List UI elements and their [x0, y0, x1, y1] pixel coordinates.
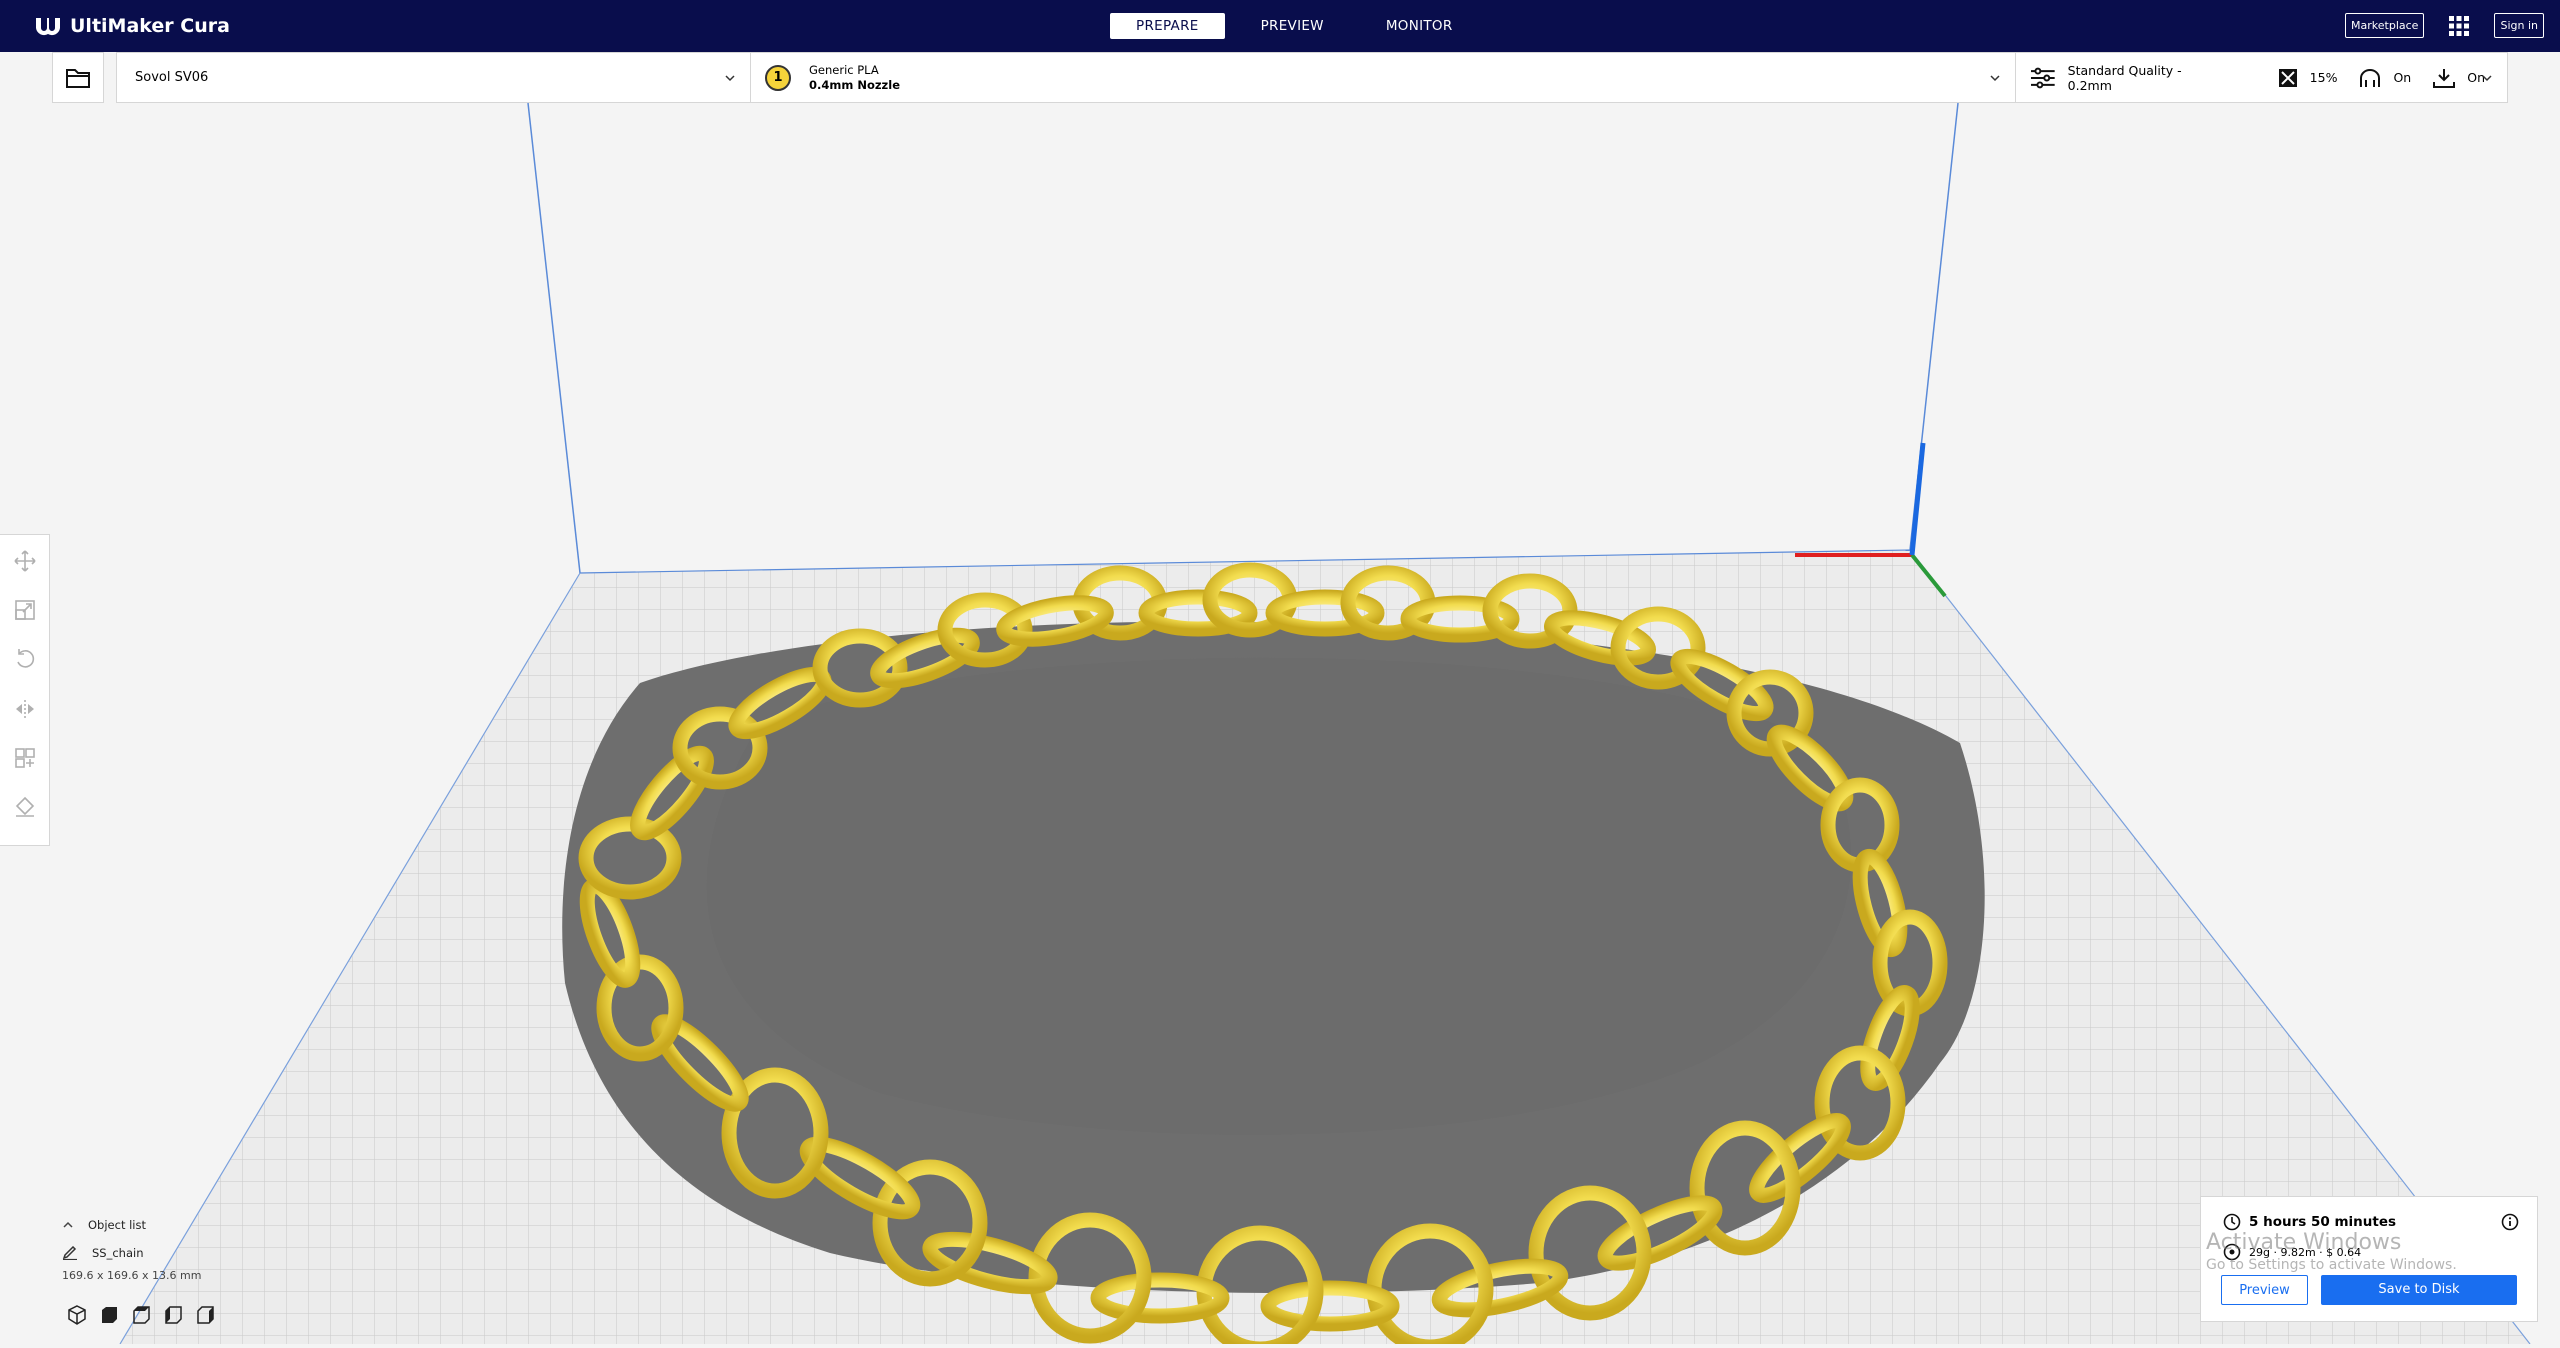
extruder-badge: 1	[765, 64, 791, 91]
mirror-tool-button[interactable]	[12, 697, 38, 720]
camera-view-buttons	[66, 1304, 226, 1326]
infill-setting: 15%	[2278, 68, 2338, 88]
print-time-row: 5 hours 50 minutes	[2223, 1213, 2396, 1231]
stage-tabs: PREPARE PREVIEW MONITOR	[1110, 13, 1489, 39]
activation-watermark: Activate Windows Go to Settings to activ…	[2206, 1230, 2457, 1273]
pencil-icon	[62, 1246, 77, 1260]
nozzle-size: 0.4mm Nozzle	[809, 77, 900, 92]
z-axis	[1909, 442, 1926, 556]
support-icon	[2360, 68, 2381, 87]
support-value: On	[2393, 70, 2412, 85]
chevron-down-icon	[1990, 75, 2000, 82]
apps-grid-icon[interactable]	[2448, 15, 2470, 37]
header-bar: UltiMaker Cura PREPARE PREVIEW MONITOR M…	[0, 0, 2560, 52]
move-icon	[13, 550, 36, 572]
front-view-icon[interactable]	[98, 1304, 120, 1326]
support-blocker-button[interactable]	[12, 796, 38, 819]
material-info: Generic PLA 0.4mm Nozzle	[809, 63, 900, 93]
printer-selector[interactable]: Sovol SV06	[117, 53, 751, 102]
print-settings-selector[interactable]: Standard Quality - 0.2mm 15% On On	[2016, 53, 2507, 102]
watermark-subtitle: Go to Settings to activate Windows.	[2206, 1257, 2457, 1273]
save-to-disk-button[interactable]: Save to Disk	[2321, 1275, 2517, 1305]
mirror-icon	[15, 699, 34, 718]
build-volume	[119, 102, 2531, 1348]
material-selector[interactable]: 1 Generic PLA 0.4mm Nozzle	[751, 53, 2016, 102]
preview-button[interactable]: Preview	[2221, 1275, 2308, 1305]
chevron-down-icon	[725, 75, 735, 82]
support-blocker-icon	[15, 797, 34, 818]
tab-prepare[interactable]: PREPARE	[1110, 13, 1225, 39]
tab-monitor[interactable]: MONITOR	[1360, 13, 1479, 39]
print-time: 5 hours 50 minutes	[2249, 1214, 2397, 1230]
ultimaker-logo-icon	[36, 18, 60, 36]
object-list-header: Object list	[88, 1218, 146, 1232]
infill-icon	[2278, 68, 2297, 87]
clock-icon	[2223, 1213, 2241, 1231]
top-view-icon[interactable]	[130, 1304, 152, 1326]
open-file-button[interactable]	[52, 52, 104, 103]
adhesion-setting: On	[2433, 68, 2485, 88]
watermark-title: Activate Windows	[2206, 1230, 2402, 1255]
object-list-toggle[interactable]: Object list	[62, 1214, 201, 1236]
3d-viewport[interactable]	[0, 102, 2560, 1348]
per-model-settings-icon	[14, 748, 35, 768]
profile-setting: Standard Quality - 0.2mm	[2030, 63, 2228, 93]
chevron-down-icon	[2482, 75, 2492, 82]
app-brand: UltiMaker Cura	[34, 11, 230, 41]
rotate-icon	[16, 649, 34, 668]
printer-name: Sovol SV06	[135, 70, 209, 85]
stage-bar: Sovol SV06 1 Generic PLA 0.4mm Nozzle St…	[116, 52, 2508, 103]
scale-icon	[14, 600, 35, 620]
folder-icon	[66, 68, 90, 88]
3d-view-icon[interactable]	[66, 1304, 88, 1326]
material-name: Generic PLA	[809, 62, 879, 77]
object-dimensions: 169.6 x 169.6 x 13.6 mm	[62, 1268, 202, 1282]
info-icon[interactable]	[2501, 1213, 2519, 1231]
profile-name: Standard Quality - 0.2mm	[2067, 62, 2182, 93]
object-name: SS_chain	[92, 1246, 144, 1260]
object-list-item[interactable]: SS_chain	[62, 1242, 201, 1264]
scale-tool-button[interactable]	[12, 598, 38, 621]
right-view-icon[interactable]	[194, 1304, 216, 1326]
object-list: Object list SS_chain 169.6 x 169.6 x 13.…	[62, 1214, 201, 1286]
infill-value: 15%	[2309, 70, 2338, 85]
rotate-tool-button[interactable]	[12, 648, 38, 671]
marketplace-button[interactable]: Marketplace	[2345, 13, 2425, 38]
sliders-icon	[2030, 67, 2055, 88]
left-view-icon[interactable]	[162, 1304, 184, 1326]
per-model-settings-button[interactable]	[12, 746, 38, 769]
move-tool-button[interactable]	[12, 549, 38, 572]
app-name: UltiMaker Cura	[70, 15, 230, 37]
chevron-up-icon	[63, 1221, 73, 1228]
adhesion-icon	[2433, 68, 2456, 88]
sign-in-button[interactable]: Sign in	[2494, 13, 2544, 38]
tool-panel	[0, 534, 50, 846]
header-actions: Marketplace Sign in	[2345, 13, 2544, 38]
tab-preview[interactable]: PREVIEW	[1235, 13, 1350, 39]
support-setting: On	[2359, 68, 2411, 88]
